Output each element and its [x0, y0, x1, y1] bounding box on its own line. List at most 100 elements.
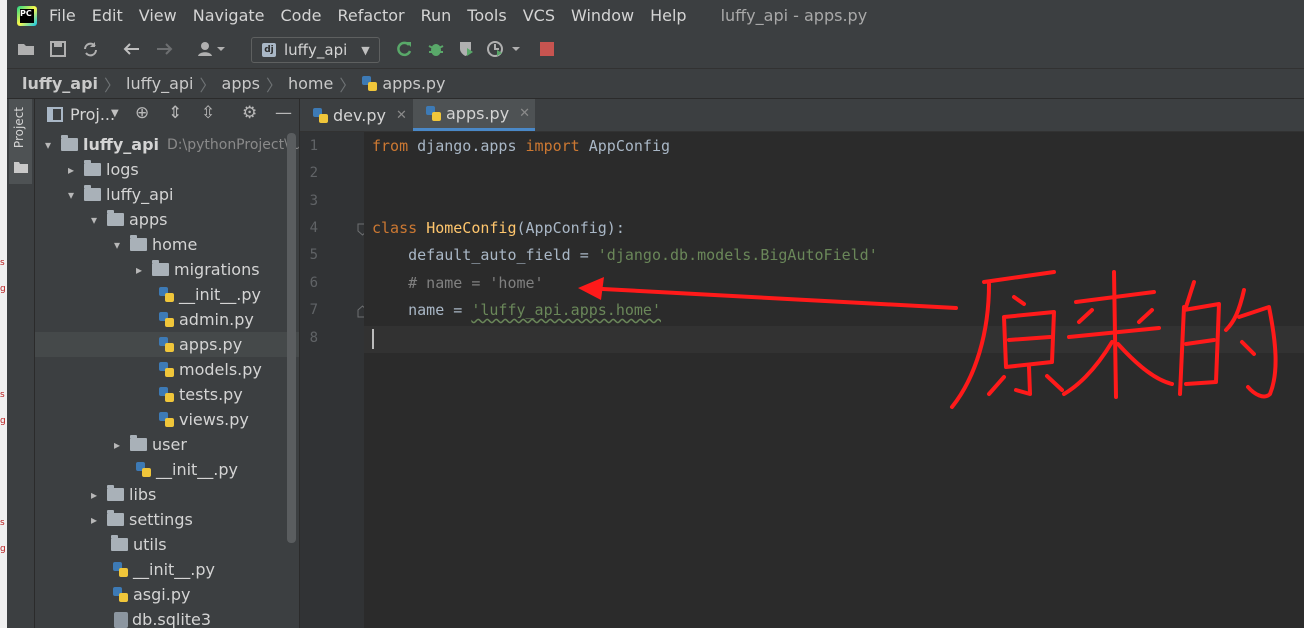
- tree-item-tests-py[interactable]: tests.py: [35, 382, 299, 407]
- chevron-right-icon[interactable]: ▸: [87, 488, 101, 502]
- chevron-right-icon: 〉: [339, 75, 356, 95]
- close-icon[interactable]: ✕: [396, 108, 407, 123]
- tree-item-home[interactable]: ▾ home: [35, 232, 299, 257]
- locate-target-icon[interactable]: ⊕: [135, 103, 149, 123]
- menu-bar: PC File Edit View Navigate Code Refactor…: [7, 0, 1304, 31]
- line-number-gutter: 1 2 3 4 5 6 7 8: [300, 132, 368, 628]
- tree-item-user[interactable]: ▸ user: [35, 432, 299, 457]
- tree-item-apps[interactable]: ▾ apps: [35, 207, 299, 232]
- tree-item-init-py[interactable]: __init__.py: [35, 557, 299, 582]
- tree-item-init-py[interactable]: __init__.py: [35, 282, 299, 307]
- menu-run[interactable]: Run: [421, 6, 452, 25]
- breadcrumb-item[interactable]: apps.py: [382, 74, 445, 93]
- save-icon[interactable]: [47, 37, 69, 61]
- tree-item-label: luffy_api: [83, 135, 159, 154]
- project-tool-tab[interactable]: Project: [9, 99, 32, 184]
- expand-all-icon[interactable]: ⇕: [168, 103, 182, 123]
- tree-item-apps-py[interactable]: apps.py: [35, 332, 299, 357]
- tree-item-label: logs: [106, 160, 139, 179]
- project-scrollbar[interactable]: [287, 133, 296, 543]
- tree-item-label: admin.py: [179, 310, 254, 329]
- tree-item-models-py[interactable]: models.py: [35, 357, 299, 382]
- annotation-arrow: [582, 286, 958, 310]
- forward-arrow-icon[interactable]: [154, 37, 176, 61]
- tree-item-init-py[interactable]: __init__.py: [35, 457, 299, 482]
- tree-item-admin-py[interactable]: admin.py: [35, 307, 299, 332]
- chevron-down-icon: ▼: [361, 43, 370, 57]
- window-title: luffy_api - apps.py: [720, 6, 868, 25]
- folder-icon: [130, 235, 147, 251]
- tree-item-views-py[interactable]: views.py: [35, 407, 299, 432]
- menu-help[interactable]: Help: [650, 6, 686, 25]
- menu-code[interactable]: Code: [281, 6, 322, 25]
- tree-item-asgi-py[interactable]: asgi.py: [35, 582, 299, 607]
- tree-item-luffy-api[interactable]: ▾ luffy_api: [35, 182, 299, 207]
- back-arrow-icon[interactable]: [120, 37, 142, 61]
- editor-tabs: dev.py ✕ apps.py ✕: [300, 99, 1304, 132]
- coverage-icon[interactable]: [455, 37, 477, 61]
- line-number: 1: [309, 138, 318, 154]
- menu-tools[interactable]: Tools: [467, 6, 506, 25]
- python-file-icon: [158, 286, 175, 303]
- gear-icon[interactable]: ⚙: [242, 103, 257, 123]
- menu-edit[interactable]: Edit: [92, 6, 123, 25]
- tree-item-utils[interactable]: utils: [35, 532, 299, 557]
- menu-vcs[interactable]: VCS: [523, 6, 555, 25]
- python-file-icon: [312, 107, 329, 124]
- tab-label: apps.py: [446, 104, 510, 123]
- user-dropdown-icon[interactable]: [195, 37, 229, 61]
- collapse-all-icon[interactable]: ⇳: [201, 103, 215, 123]
- chevron-right-icon[interactable]: ▸: [132, 263, 146, 277]
- chevron-right-icon[interactable]: ▸: [87, 513, 101, 527]
- menu-view[interactable]: View: [139, 6, 177, 25]
- tab-dev-py[interactable]: dev.py ✕: [312, 99, 412, 131]
- chevron-down-icon[interactable]: ▾: [64, 188, 78, 202]
- root-path: D:\pythonProject\lu: [167, 136, 299, 153]
- tree-item-libs[interactable]: ▸ libs: [35, 482, 299, 507]
- menu-file[interactable]: File: [49, 6, 76, 25]
- python-file-icon: [158, 361, 175, 378]
- folder-icon: [61, 135, 78, 151]
- project-tab-label: Project: [12, 107, 26, 149]
- minimize-icon[interactable]: —: [275, 103, 292, 123]
- breadcrumb-item[interactable]: luffy_api: [22, 74, 98, 93]
- python-file-icon: [112, 561, 129, 578]
- menu-window[interactable]: Window: [571, 6, 634, 25]
- tree-item-migrations[interactable]: ▸ migrations: [35, 257, 299, 282]
- tree-item-db-sqlite3[interactable]: db.sqlite3: [35, 607, 299, 628]
- database-file-icon: [114, 611, 128, 628]
- tree-item-luffy-api-root[interactable]: ▾ luffy_api D:\pythonProject\lu: [35, 132, 299, 157]
- debug-icon[interactable]: [425, 37, 447, 61]
- breadcrumb-item[interactable]: luffy_api: [126, 74, 193, 93]
- project-view-selector[interactable]: Proj...: [70, 105, 115, 124]
- open-folder-icon[interactable]: [15, 37, 37, 61]
- profile-dropdown-icon[interactable]: [485, 37, 523, 61]
- rerun-icon[interactable]: [393, 37, 415, 61]
- run-configuration-select[interactable]: dj luffy_api ▼: [251, 37, 380, 63]
- breadcrumb-item[interactable]: apps: [222, 74, 260, 93]
- line-number: 3: [309, 193, 318, 209]
- stop-icon[interactable]: [536, 37, 558, 61]
- tab-apps-py[interactable]: apps.py ✕: [413, 99, 535, 131]
- chevron-down-icon[interactable]: ▾: [110, 238, 124, 252]
- handwritten-annotation: [578, 270, 1278, 409]
- sync-icon[interactable]: [79, 37, 101, 61]
- breadcrumb-item[interactable]: home: [288, 74, 333, 93]
- tree-item-label: views.py: [179, 410, 249, 429]
- chevron-down-icon[interactable]: ▼: [111, 108, 119, 119]
- tree-item-settings[interactable]: ▸ settings: [35, 507, 299, 532]
- close-icon[interactable]: ✕: [519, 106, 530, 121]
- chevron-down-icon[interactable]: ▾: [41, 138, 55, 152]
- python-file-icon: [158, 386, 175, 403]
- chevron-right-icon: 〉: [265, 75, 282, 95]
- chevron-right-icon[interactable]: ▸: [64, 163, 78, 177]
- menu-navigate[interactable]: Navigate: [193, 6, 265, 25]
- python-file-icon: [158, 411, 175, 428]
- chevron-right-icon[interactable]: ▸: [110, 438, 124, 452]
- python-file-icon: [361, 75, 378, 92]
- tree-item-logs[interactable]: ▸ logs: [35, 157, 299, 182]
- python-file-icon: [158, 336, 175, 353]
- menu-refactor[interactable]: Refactor: [337, 6, 404, 25]
- chevron-down-icon[interactable]: ▾: [87, 213, 101, 227]
- code-editor[interactable]: from django.apps import AppConfig class …: [364, 132, 1304, 628]
